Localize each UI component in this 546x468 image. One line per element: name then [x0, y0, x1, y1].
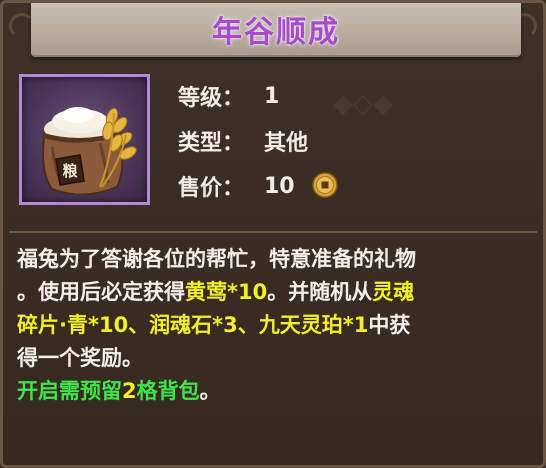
description-text: 得一个奖励。	[17, 346, 143, 370]
bag-requirement: 开启需预留	[17, 379, 122, 403]
section-divider	[9, 231, 537, 233]
stat-price: 售价： 10	[178, 171, 295, 202]
stat-type: 类型： 其他	[178, 126, 308, 156]
stat-label: 类型：	[178, 131, 245, 156]
description-text: 。	[199, 379, 221, 403]
description-text: 。并随机从	[267, 280, 373, 304]
stat-value: 1	[264, 83, 280, 109]
description-line: 福兔为了答谢各位的帮忙，特意准备的礼物	[17, 243, 537, 276]
stat-label: 等级：	[178, 86, 245, 111]
item-tooltip: 年谷顺成 粮 ◆◇◆ 等级： 1 类型： 其他 售价： 10 福兔为了答谢各位的…	[0, 0, 546, 468]
description-text: 。使用后必定获得	[17, 280, 185, 304]
reward-fixed: 黄莺*10	[185, 280, 268, 304]
item-icon-frame[interactable]: 粮	[19, 74, 150, 205]
bag-slot-count: 2	[122, 379, 137, 403]
copper-coin-icon	[312, 172, 338, 198]
reward-random: 碎片·青*10、润魂石*3、九天灵珀*1	[17, 313, 369, 337]
item-title: 年谷顺成	[212, 15, 340, 50]
description-text: 中获	[368, 313, 411, 337]
reward-random: 灵魂	[372, 280, 415, 304]
stat-label: 售价：	[178, 176, 245, 201]
description-line: 开启需预留2格背包。	[17, 375, 537, 408]
stat-value: 10	[264, 173, 295, 199]
background-ghost-pattern: ◆◇◆	[333, 89, 393, 119]
description-line: 碎片·青*10、润魂石*3、九天灵珀*1中获	[17, 309, 537, 342]
title-bar: 年谷顺成	[31, 3, 521, 57]
grain-sack-icon: 粮	[41, 107, 137, 196]
bag-requirement: 格背包	[136, 379, 200, 403]
description-text: 福兔为了答谢各位的帮忙，特意准备的礼物	[17, 247, 416, 271]
stat-level: 等级： 1	[178, 81, 280, 112]
sack-label-char: 粮	[62, 162, 78, 180]
description-line: 得一个奖励。	[17, 342, 537, 375]
description-line: 。使用后必定获得黄莺*10。并随机从灵魂	[17, 276, 537, 309]
stat-value: 其他	[264, 131, 309, 156]
item-description: 福兔为了答谢各位的帮忙，特意准备的礼物 。使用后必定获得黄莺*10。并随机从灵魂…	[17, 243, 537, 408]
